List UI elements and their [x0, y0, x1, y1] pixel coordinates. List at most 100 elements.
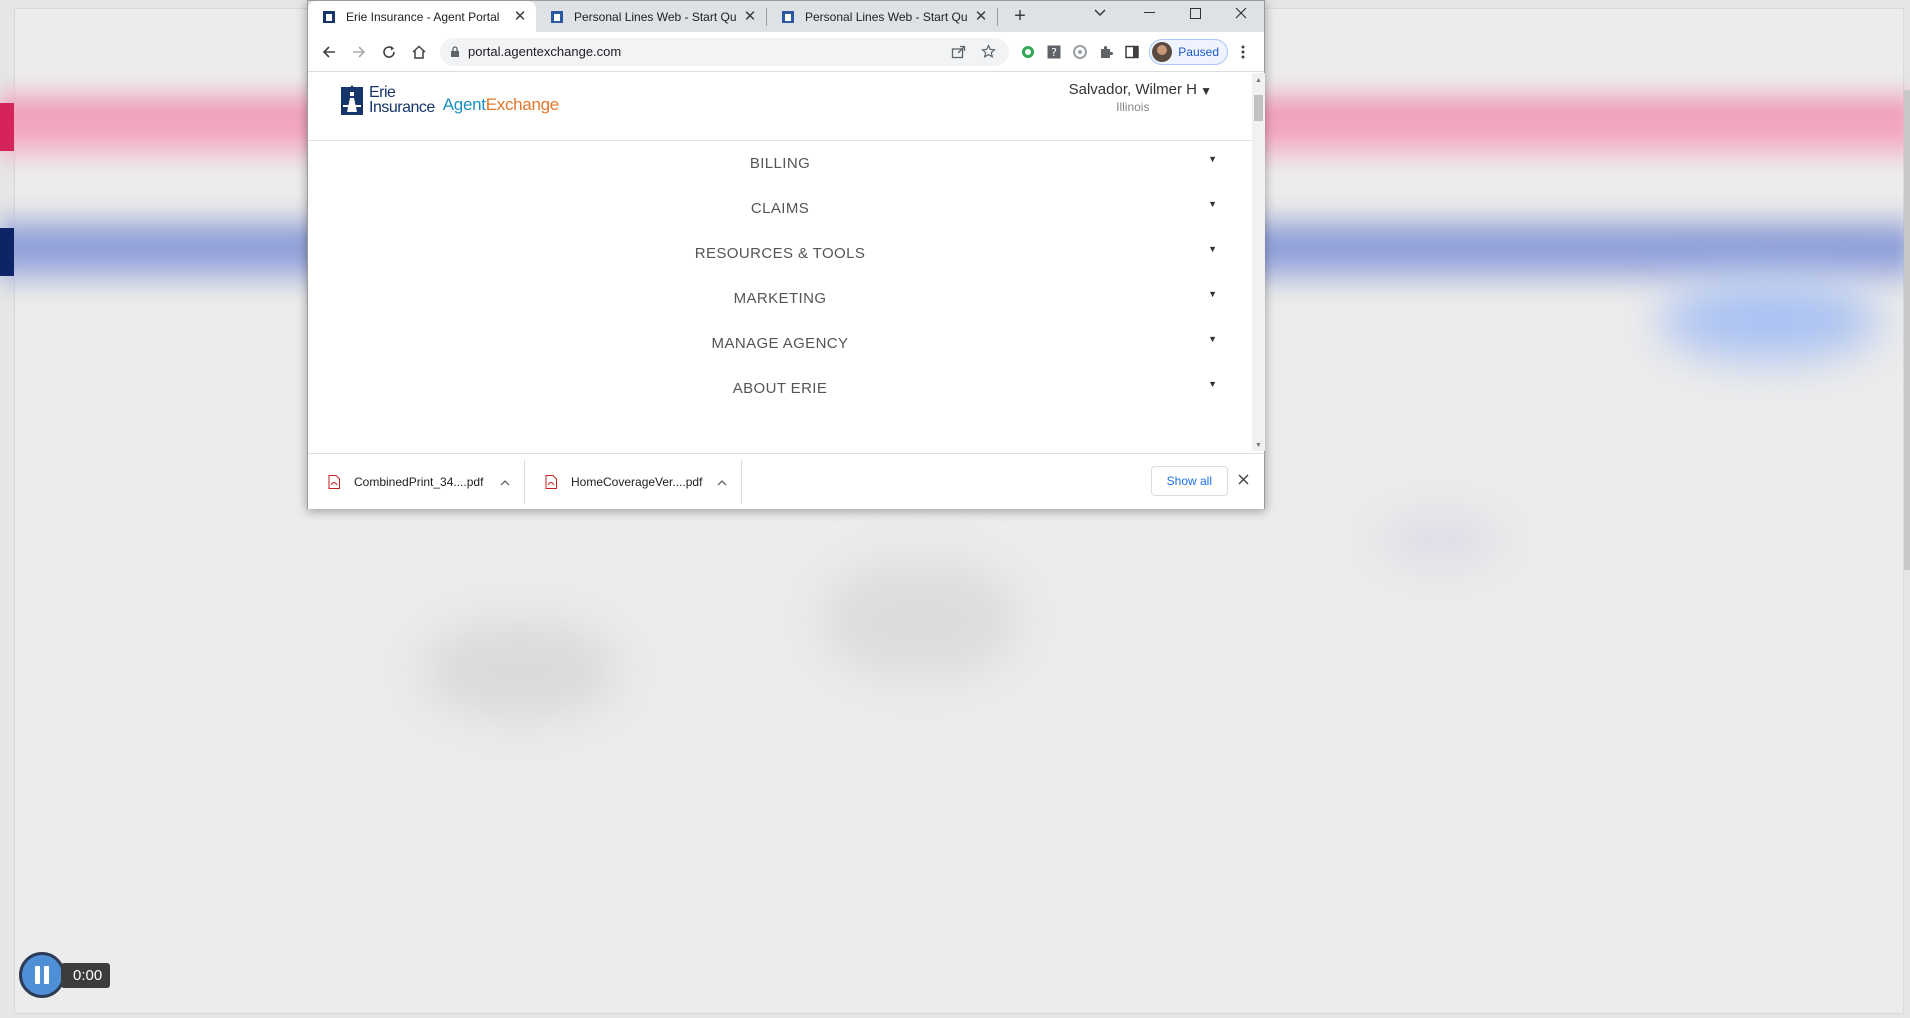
logo-exchange-text: Exchange	[485, 95, 560, 114]
close-icon[interactable]	[1232, 468, 1254, 490]
nav-billing[interactable]: BILLING ▼	[308, 141, 1252, 186]
caret-down-icon: ▼	[1208, 289, 1217, 299]
download-filename: HomeCoverageVer....pdf	[571, 474, 703, 489]
logo-erie-text: Erie	[369, 84, 396, 101]
download-item[interactable]: HomeCoverageVer....pdf	[525, 459, 742, 504]
background-navy-edge	[0, 228, 14, 276]
browser-toolbar: portal.agentexchange.com ? Paused	[308, 32, 1264, 72]
lock-icon	[451, 45, 459, 57]
nav-label: BILLING	[749, 155, 811, 172]
erie-favicon-icon	[551, 10, 563, 23]
tab-title: Personal Lines Web - Start Quo	[574, 9, 736, 24]
green-extension-icon[interactable]	[1015, 39, 1041, 65]
downloads-bar: CombinedPrint_34....pdf HomeCoverageVer.…	[308, 453, 1264, 509]
kebab-menu-icon[interactable]	[1228, 37, 1258, 67]
help-extension-icon[interactable]: ?	[1041, 39, 1067, 65]
tab-title: Erie Insurance - Agent Portal	[346, 9, 500, 24]
scroll-up-arrow-icon[interactable]: ▲	[1255, 77, 1262, 84]
pdf-file-icon	[545, 474, 557, 489]
forward-arrow-icon[interactable]	[344, 37, 374, 67]
caret-down-icon: ▼	[1208, 244, 1217, 254]
logo-agent-text: Agent	[442, 95, 486, 114]
pause-icon	[44, 966, 49, 984]
close-icon[interactable]: ✕	[742, 8, 758, 25]
profile-button[interactable]: Paused	[1149, 38, 1228, 65]
profile-status: Paused	[1178, 44, 1219, 59]
caret-down-icon: ▼	[1208, 334, 1217, 344]
home-icon[interactable]	[404, 37, 434, 67]
minimize-icon[interactable]	[1126, 1, 1172, 25]
avatar	[1152, 41, 1173, 62]
pause-button[interactable]	[19, 952, 65, 998]
tab-strip: Erie Insurance - Agent Portal ✕ Personal…	[308, 1, 1264, 32]
chevron-up-icon[interactable]	[500, 475, 510, 489]
download-item[interactable]: CombinedPrint_34....pdf	[308, 459, 525, 504]
tab-separator	[997, 7, 998, 26]
nav-label: MARKETING	[733, 290, 827, 307]
reload-icon[interactable]	[374, 37, 404, 67]
bookmark-star-icon[interactable]	[975, 39, 1001, 65]
nav-manage-agency[interactable]: MANAGE AGENCY ▼	[308, 321, 1252, 366]
tab-personal-lines-2[interactable]: Personal Lines Web - Start Quo ✕	[767, 1, 997, 32]
address-bar[interactable]: portal.agentexchange.com	[440, 37, 1010, 66]
caret-down-icon[interactable]: ▼	[1200, 84, 1212, 98]
window-controls	[1126, 1, 1264, 32]
pause-icon	[35, 966, 40, 984]
agentexchange-wordmark: AgentExchange	[443, 95, 559, 115]
new-tab-button[interactable]: +	[1006, 3, 1034, 31]
background-blob	[420, 620, 620, 720]
user-menu[interactable]: Salvador, Wilmer H Illinois	[1069, 81, 1197, 114]
page-viewport: Erie Insurance AgentExchange Salvador, W…	[308, 73, 1252, 451]
site-header: Erie Insurance AgentExchange Salvador, W…	[308, 73, 1252, 141]
background-red-edge	[0, 103, 14, 151]
back-arrow-icon[interactable]	[314, 37, 344, 67]
background-blob	[1380, 520, 1500, 560]
erie-favicon-icon	[323, 10, 335, 23]
nav-label: RESOURCES & TOOLS	[694, 245, 866, 262]
nav-resources-tools[interactable]: RESOURCES & TOOLS ▼	[308, 231, 1252, 276]
url-text: portal.agentexchange.com	[468, 44, 622, 59]
chevron-up-icon[interactable]	[717, 475, 727, 489]
pdf-file-icon	[328, 474, 340, 489]
puzzle-extensions-icon[interactable]	[1093, 39, 1119, 65]
video-time: 0:00	[61, 962, 111, 988]
erie-lighthouse-logo-icon	[341, 85, 363, 115]
browser-window: Erie Insurance - Agent Portal ✕ Personal…	[307, 0, 1265, 509]
nav-claims[interactable]: CLAIMS ▼	[308, 186, 1252, 231]
side-panel-icon[interactable]	[1119, 39, 1145, 65]
user-name: Salvador, Wilmer H	[1068, 81, 1197, 98]
vertical-scroll-thumb[interactable]	[1254, 95, 1263, 121]
window-close-icon[interactable]	[1218, 1, 1264, 25]
tab-personal-lines-1[interactable]: Personal Lines Web - Start Quo ✕	[536, 1, 766, 32]
scroll-down-arrow-icon[interactable]: ▼	[1255, 442, 1262, 449]
caret-down-icon: ▼	[1208, 379, 1217, 389]
gray-extension-icon[interactable]	[1067, 39, 1093, 65]
tab-erie-agent-portal[interactable]: Erie Insurance - Agent Portal ✕	[308, 1, 536, 32]
vertical-scrollbar[interactable]: ▲ ▼	[1252, 73, 1265, 451]
erie-insurance-wordmark: Erie Insurance	[369, 84, 435, 116]
nav-label: CLAIMS	[750, 200, 810, 217]
close-icon[interactable]: ✕	[512, 8, 528, 25]
share-icon[interactable]	[945, 39, 971, 65]
tab-search-chevron-icon[interactable]	[1086, 1, 1114, 25]
nav-label: MANAGE AGENCY	[711, 335, 849, 352]
video-controls: 0:00	[19, 951, 111, 999]
caret-down-icon: ▼	[1208, 154, 1217, 164]
background-blob	[820, 560, 1020, 680]
download-filename: CombinedPrint_34....pdf	[354, 474, 484, 489]
user-state: Illinois	[1116, 100, 1150, 114]
svg-text:?: ?	[1051, 46, 1057, 59]
close-icon[interactable]: ✕	[973, 8, 989, 25]
maximize-icon[interactable]	[1172, 1, 1218, 25]
erie-agentexchange-logo[interactable]: Erie Insurance AgentExchange	[341, 81, 559, 116]
tab-title: Personal Lines Web - Start Quo	[805, 9, 967, 24]
nav-about-erie[interactable]: ABOUT ERIE ▼	[308, 366, 1252, 411]
background-blue-blob	[1660, 280, 1880, 360]
show-all-button[interactable]: Show all	[1150, 466, 1228, 496]
caret-down-icon: ▼	[1208, 199, 1217, 209]
erie-favicon-icon	[782, 10, 794, 23]
background-scrollbar	[1904, 90, 1910, 570]
nav-label: ABOUT ERIE	[732, 380, 828, 397]
nav-marketing[interactable]: MARKETING ▼	[308, 276, 1252, 321]
logo-insurance-text: Insurance	[369, 99, 435, 116]
